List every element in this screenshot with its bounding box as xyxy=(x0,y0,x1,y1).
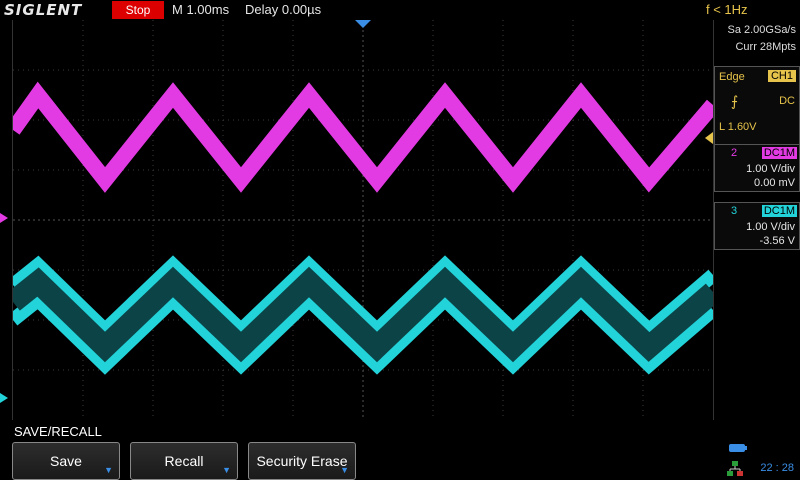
frequency-counter: f < 1Hz xyxy=(706,2,748,17)
ch3-number: 3 xyxy=(731,205,738,217)
memory-depth: Curr 28Mpts xyxy=(735,41,796,53)
ch2-offset: 0.00 mV xyxy=(754,177,795,189)
trigger-panel[interactable]: Edge CH1 ⨍ DC L 1.60V xyxy=(714,66,800,148)
rising-edge-icon: ⨍ xyxy=(731,93,739,109)
delay-readout[interactable]: Delay 0.00µs xyxy=(245,0,321,20)
timebase-readout[interactable]: M 1.00ms xyxy=(172,0,229,20)
ch3-volts-per-div: 1.00 V/div xyxy=(746,221,795,233)
save-button[interactable]: Save ▼ xyxy=(12,442,120,480)
usb-icon xyxy=(729,444,747,452)
chevron-down-icon: ▼ xyxy=(104,465,113,475)
trigger-level: L 1.60V xyxy=(719,121,757,133)
side-info-panel: Sa 2.00GSa/s Curr 28Mpts Edge CH1 ⨍ DC L… xyxy=(712,20,800,480)
recall-button-label: Recall xyxy=(164,453,204,469)
ch3-offset: -3.56 V xyxy=(759,235,795,247)
ch3-coupling: DC1M xyxy=(761,205,797,217)
system-status: 22 : 28 xyxy=(712,420,800,480)
top-status-bar: SIGLENT Stop M 1.00ms Delay 0.00µs f < 1… xyxy=(0,0,800,20)
run-stop-badge[interactable]: Stop xyxy=(112,1,164,19)
ch2-coupling: DC1M xyxy=(761,147,797,159)
sample-rate: Sa 2.00GSa/s xyxy=(727,24,797,36)
ch2-volts-per-div: 1.00 V/div xyxy=(746,163,795,175)
ch2-number: 2 xyxy=(731,147,738,159)
softkey-menu: SAVE/RECALL Save ▼ Recall ▼ Security Era… xyxy=(0,420,712,480)
trigger-position-marker[interactable] xyxy=(355,20,371,28)
waveform-display[interactable] xyxy=(6,20,721,420)
trigger-source: CH1 xyxy=(767,70,796,82)
trigger-coupling: DC xyxy=(779,95,795,107)
chevron-down-icon: ▼ xyxy=(340,465,349,475)
ch2-ground-marker[interactable] xyxy=(0,213,8,223)
clock: 22 : 28 xyxy=(760,462,794,474)
network-icon xyxy=(727,461,743,476)
recall-button[interactable]: Recall ▼ xyxy=(130,442,238,480)
ch2-info-panel[interactable]: 2 DC1M 1.00 V/div 0.00 mV xyxy=(714,144,800,192)
ch3-info-panel[interactable]: 3 DC1M 1.00 V/div -3.56 V xyxy=(714,202,800,250)
security-erase-button-label: Security Erase xyxy=(256,453,348,469)
chevron-down-icon: ▼ xyxy=(222,465,231,475)
menu-title: SAVE/RECALL xyxy=(14,424,102,439)
ch2-waveform xyxy=(6,81,720,193)
waveform-graticule xyxy=(6,20,721,420)
trigger-type: Edge xyxy=(719,71,745,83)
channel-markers xyxy=(0,213,8,403)
brand-logo: SIGLENT xyxy=(4,1,83,19)
ch3-ground-marker[interactable] xyxy=(0,393,8,403)
save-button-label: Save xyxy=(50,453,82,469)
security-erase-button[interactable]: Security Erase ▼ xyxy=(248,442,356,480)
